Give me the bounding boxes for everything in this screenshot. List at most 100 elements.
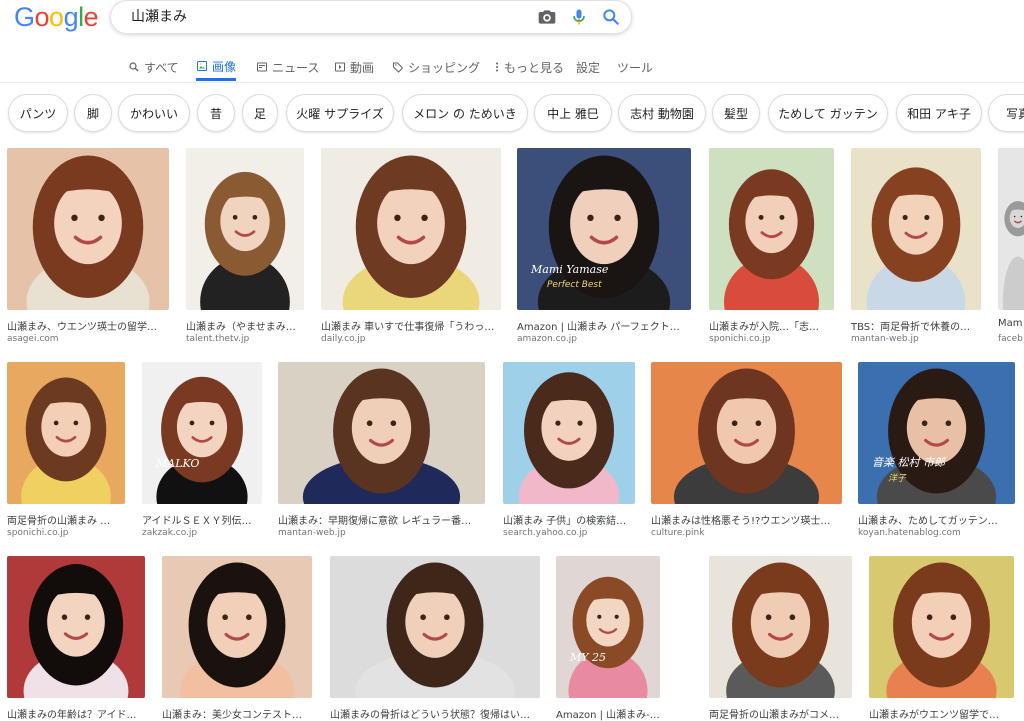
search-box[interactable] (110, 0, 632, 34)
result-caption[interactable]: 山瀬まみ：早期復帰に意欲 レギュラー番… (278, 512, 485, 527)
logo-text: Google (14, 2, 99, 32)
chip-label: 写真 (1005, 106, 1024, 121)
result-caption[interactable]: 山瀬まみが入院…「志… (709, 318, 834, 333)
tab-2[interactable]: ニュース (256, 54, 319, 80)
tab-4[interactable]: ショッピング (392, 54, 480, 80)
chip-11[interactable]: 和田 アキ子 (896, 94, 982, 132)
chip-label: 髪型 (723, 106, 748, 121)
result-caption[interactable]: Amazon | 山瀬まみ パーフェクト… (517, 318, 691, 333)
result-thumbnail[interactable]: MALKO (142, 362, 262, 504)
chip-label: 脚 (86, 106, 99, 121)
chip-3[interactable]: 昔 (197, 94, 235, 132)
chip-label: パンツ (19, 106, 57, 121)
chip-label: ためして ガッテン (778, 106, 878, 121)
microphone-icon[interactable] (569, 7, 589, 27)
result-thumbnail[interactable]: 音楽 松村 市郎洋子 (858, 362, 1015, 504)
thumbnail-overlay-text: 洋子 (888, 474, 907, 484)
chip-9[interactable]: 髪型 (712, 94, 760, 132)
result-source: mantan-web.jp (278, 528, 346, 538)
result-thumbnail[interactable] (709, 148, 834, 310)
result-caption[interactable]: Mam (998, 318, 1024, 329)
result-source: culture.pink (651, 528, 705, 538)
result-caption[interactable]: 山瀬まみ 車いすで仕事復帰「うわっ… (321, 318, 501, 333)
result-caption[interactable]: 山瀬まみ：美少女コンテスト… (162, 706, 312, 721)
result-caption[interactable]: 両足骨折の山瀬まみ … (7, 512, 125, 527)
result-thumbnail[interactable] (998, 148, 1024, 310)
chip-label: かわいい (129, 106, 178, 121)
result-thumbnail[interactable] (7, 556, 145, 698)
tab-3[interactable]: 動画 (334, 54, 374, 80)
chip-label: 足 (253, 106, 266, 121)
result-source: sponichi.co.jp (7, 528, 69, 538)
thumbnail-overlay-text: Perfect Best (547, 280, 602, 290)
result-thumbnail[interactable] (186, 148, 304, 310)
tab-7[interactable]: ツール (617, 54, 653, 80)
search-input[interactable] (129, 7, 513, 25)
search-icon[interactable] (601, 7, 621, 27)
result-thumbnail[interactable] (278, 362, 485, 504)
tab-label: 動画 (350, 60, 375, 75)
result-source: koyan.hatenablog.com (858, 528, 961, 538)
search-icon (128, 61, 140, 73)
google-logo[interactable]: Google (14, 2, 99, 32)
result-thumbnail[interactable] (709, 556, 852, 698)
thumbnail-overlay-text: 音楽 松村 市郎 (872, 456, 945, 469)
result-thumbnail[interactable] (321, 148, 501, 310)
chip-label: 火曜 サプライズ (296, 106, 384, 121)
result-caption[interactable]: 山瀬まみ（やませまみ… (186, 318, 304, 333)
video-icon (334, 61, 346, 73)
chip-label: 中上 雅巳 (547, 106, 599, 121)
result-caption[interactable]: 山瀬まみ、ためしてガッテン… (858, 512, 1015, 527)
chip-1[interactable]: 脚 (74, 94, 112, 132)
result-thumbnail[interactable]: MY 25 (556, 556, 660, 698)
news-icon (256, 61, 268, 73)
related-chips: パンツ 脚 かわいい 昔 足 火曜 サプライズ メロン の ためいき 中上 雅巳 志村 動物園 髪… (0, 94, 1024, 136)
thumbnail-overlay-text: MALKO (156, 457, 200, 470)
result-source: search.yahoo.co.jp (503, 528, 588, 538)
tab-label: 設定 (576, 60, 601, 75)
chip-5[interactable]: 火曜 サプライズ (286, 94, 394, 132)
image-icon (196, 60, 208, 72)
result-caption[interactable]: 山瀬まみは性格悪そう!?ウエンツ瑛士… (651, 512, 842, 527)
result-caption[interactable]: 山瀬まみがウエンツ留学で… (869, 706, 1014, 721)
tab-label: ショッピング (408, 60, 481, 75)
tab-label: すべて (144, 60, 179, 75)
result-caption[interactable]: Amazon | 山瀬まみ-25th A… (556, 706, 660, 721)
search-tabs: すべて 画像 ニュース 動画 ショッピング もっと見る 設定 ツール (0, 50, 1024, 83)
tag-icon (392, 61, 404, 73)
result-source: amazon.co.jp (517, 334, 577, 344)
tab-5[interactable]: もっと見る (494, 54, 564, 80)
thumbnail-overlay-text: Mami Yamase (531, 263, 609, 276)
chip-0[interactable]: パンツ (8, 94, 68, 132)
result-thumbnail[interactable] (869, 556, 1014, 698)
result-caption[interactable]: 山瀬まみの骨折はどういう状態？復帰はい… (330, 706, 540, 721)
result-caption[interactable]: 山瀬まみ 子供」の検索結… (503, 512, 635, 527)
camera-icon[interactable] (537, 7, 557, 27)
tab-0[interactable]: すべて (128, 54, 179, 80)
chip-7[interactable]: 中上 雅巳 (534, 94, 612, 132)
chip-label: 和田 アキ子 (907, 106, 971, 121)
tab-6[interactable]: 設定 (576, 54, 600, 80)
result-thumbnail[interactable] (7, 148, 169, 310)
result-caption[interactable]: TBS：両足骨折で休養の… (851, 318, 981, 333)
result-thumbnail[interactable] (7, 362, 125, 504)
chip-10[interactable]: ためして ガッテン (768, 94, 888, 132)
chip-12[interactable]: 写真 (988, 94, 1024, 132)
result-thumbnail[interactable] (330, 556, 540, 698)
chip-8[interactable]: 志村 動物園 (618, 94, 706, 132)
chip-6[interactable]: メロン の ためいき (402, 94, 528, 132)
result-thumbnail[interactable]: Mami Yamase Perfect Best (517, 148, 691, 310)
result-caption[interactable]: 山瀬まみ、ウエンツ瑛士の留学… (7, 318, 169, 333)
result-thumbnail[interactable] (651, 362, 842, 504)
result-thumbnail[interactable] (503, 362, 635, 504)
result-thumbnail[interactable] (851, 148, 981, 310)
result-caption[interactable]: 山瀬まみの年齢は？アイド… (7, 706, 145, 721)
result-source: sponichi.co.jp (709, 334, 771, 344)
result-source: asagei.com (7, 334, 59, 344)
chip-2[interactable]: かわいい (118, 94, 190, 132)
result-caption[interactable]: 両足骨折の山瀬まみがコメ… (709, 706, 852, 721)
chip-4[interactable]: 足 (242, 94, 278, 132)
result-thumbnail[interactable] (162, 556, 312, 698)
result-caption[interactable]: アイドルＳＥＸＹ列伝… (142, 512, 262, 527)
tab-1[interactable]: 画像 (196, 54, 237, 81)
